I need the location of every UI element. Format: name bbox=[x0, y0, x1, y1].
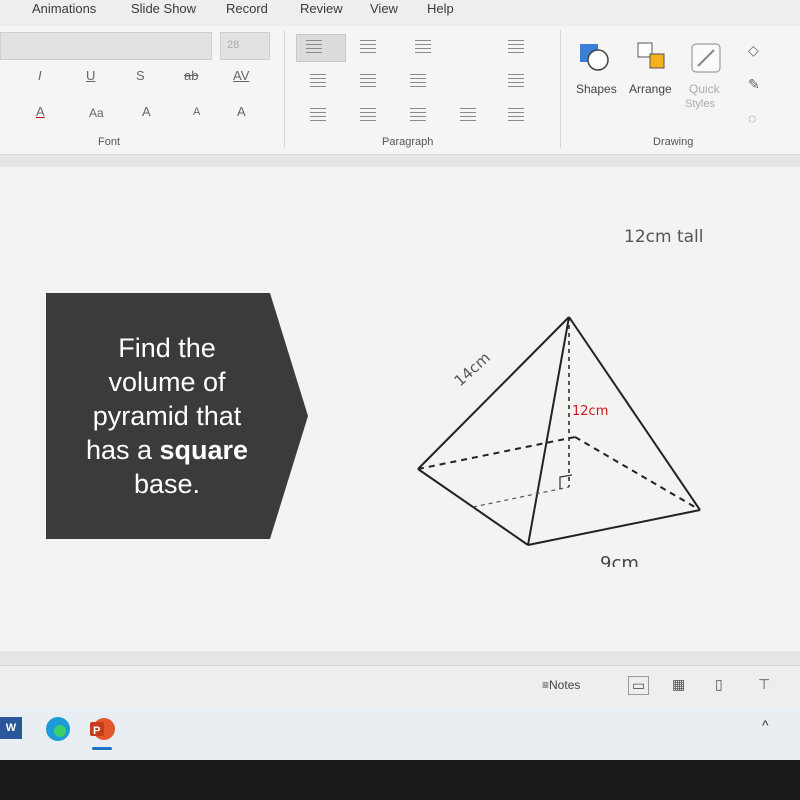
svg-text:P: P bbox=[93, 725, 100, 737]
height-label: 12cm bbox=[572, 404, 608, 419]
slide-editing-area: Find the volume of pyramid that has a sq… bbox=[0, 155, 800, 665]
status-bar: ≡Notes ▭ ▦ ▯ ⊤ bbox=[0, 665, 800, 708]
smartart-icon[interactable] bbox=[508, 108, 524, 122]
prompt-line: base. bbox=[133, 469, 201, 499]
slide-sorter-icon[interactable]: ▦ bbox=[672, 676, 685, 693]
quick-styles-label-1[interactable]: Quick bbox=[689, 82, 720, 96]
shape-fill-icon[interactable]: ◇ bbox=[748, 42, 759, 59]
reading-view-icon[interactable]: ▯ bbox=[715, 676, 723, 693]
shapes-icon[interactable] bbox=[578, 40, 612, 74]
powerpoint-icon[interactable]: P bbox=[88, 715, 116, 743]
ribbon-separator bbox=[284, 30, 285, 148]
shrink-font-button[interactable]: A bbox=[193, 106, 200, 118]
tab-review[interactable]: Review bbox=[300, 1, 343, 16]
handwritten-note: 12cm tall bbox=[624, 227, 704, 247]
notes-button[interactable]: ≡Notes bbox=[542, 678, 580, 692]
arrange-button[interactable]: Arrange bbox=[629, 82, 672, 96]
prompt-emphasis: square bbox=[159, 435, 249, 465]
text-direction-icon[interactable] bbox=[508, 40, 524, 54]
tab-help[interactable]: Help bbox=[427, 1, 454, 16]
font-group-label: Font bbox=[98, 136, 121, 148]
base-diagonal bbox=[472, 486, 570, 508]
ribbon-tabs: Animations Slide Show Record Review View… bbox=[0, 0, 800, 26]
prompt-line: has a bbox=[85, 435, 160, 465]
prompt-line: volume of bbox=[108, 367, 226, 397]
change-case-button[interactable]: Aa bbox=[89, 106, 104, 120]
strikethrough-button[interactable]: ab bbox=[184, 68, 198, 83]
character-spacing-button[interactable]: AV bbox=[233, 68, 249, 83]
taskbar: W P ^ bbox=[0, 707, 800, 760]
active-app-indicator bbox=[92, 747, 112, 750]
word-icon[interactable]: W bbox=[0, 717, 22, 739]
justify-icon[interactable] bbox=[460, 108, 476, 122]
edge-length-label: 14cm bbox=[451, 349, 494, 390]
font-name-box[interactable] bbox=[0, 32, 212, 60]
slideshow-view-icon[interactable]: ⊤ bbox=[758, 676, 770, 693]
line-spacing-icon[interactable] bbox=[415, 40, 431, 54]
increase-indent-icon[interactable] bbox=[360, 74, 376, 88]
shape-outline-icon[interactable]: ✎ bbox=[748, 76, 760, 93]
quick-styles-label-2[interactable]: Styles bbox=[685, 98, 715, 110]
grow-font-button[interactable]: A bbox=[142, 104, 151, 119]
tab-view[interactable]: View bbox=[370, 1, 398, 16]
base-edge bbox=[527, 509, 701, 546]
prompt-line: pyramid that bbox=[92, 401, 242, 431]
notes-label: Notes bbox=[549, 678, 581, 692]
tab-slide-show[interactable]: Slide Show bbox=[131, 1, 196, 16]
italic-button[interactable]: I bbox=[38, 68, 42, 83]
align-center-icon[interactable] bbox=[360, 108, 376, 122]
hidden-base-edge bbox=[417, 436, 576, 470]
chevron-up-icon[interactable]: ^ bbox=[762, 717, 769, 733]
font-size-value: 28 bbox=[227, 39, 240, 51]
powerpoint-window: Animations Slide Show Record Review View… bbox=[0, 0, 800, 760]
shape-effects-icon[interactable]: ◌ bbox=[748, 110, 756, 126]
question-callout[interactable]: Find the volume of pyramid that has a sq… bbox=[46, 293, 308, 539]
underline-button[interactable]: U bbox=[86, 68, 95, 83]
normal-view-icon[interactable]: ▭ bbox=[628, 676, 650, 695]
pyramid-diagram: 14cm 12cm 9cm bbox=[417, 316, 701, 567]
tab-animations[interactable]: Animations bbox=[32, 1, 96, 16]
align-left-icon[interactable] bbox=[310, 108, 326, 122]
hidden-base-edge bbox=[574, 436, 701, 511]
arrange-icon[interactable] bbox=[636, 40, 670, 74]
bullets-icon bbox=[306, 40, 322, 54]
slide-canvas[interactable]: Find the volume of pyramid that has a sq… bbox=[0, 167, 800, 651]
edge-icon[interactable] bbox=[44, 715, 72, 743]
columns-icon[interactable] bbox=[410, 74, 426, 88]
shapes-button[interactable]: Shapes bbox=[576, 82, 617, 96]
prompt-line: Find the bbox=[118, 333, 216, 363]
drawing-group-label: Drawing bbox=[653, 136, 694, 148]
align-right-icon[interactable] bbox=[410, 108, 426, 122]
quick-styles-icon[interactable] bbox=[690, 42, 724, 76]
right-angle-marker bbox=[559, 474, 573, 489]
base-length-label: 9cm bbox=[600, 553, 639, 567]
ribbon: 28 I U S ab AV A Aa A A A Shapes Arrange… bbox=[0, 26, 800, 155]
question-text: Find the volume of pyramid that has a sq… bbox=[46, 293, 288, 539]
font-size-box[interactable]: 28 bbox=[220, 32, 270, 60]
decrease-indent-icon[interactable] bbox=[310, 74, 326, 88]
tab-record[interactable]: Record bbox=[226, 1, 268, 16]
clear-formatting-icon[interactable]: A bbox=[237, 104, 246, 119]
shadow-button[interactable]: S bbox=[136, 68, 145, 83]
numbering-icon[interactable] bbox=[360, 40, 376, 54]
align-text-icon[interactable] bbox=[508, 74, 524, 88]
ribbon-separator bbox=[560, 30, 561, 148]
font-color-button[interactable]: A bbox=[36, 104, 45, 119]
paragraph-group-label: Paragraph bbox=[382, 136, 434, 148]
